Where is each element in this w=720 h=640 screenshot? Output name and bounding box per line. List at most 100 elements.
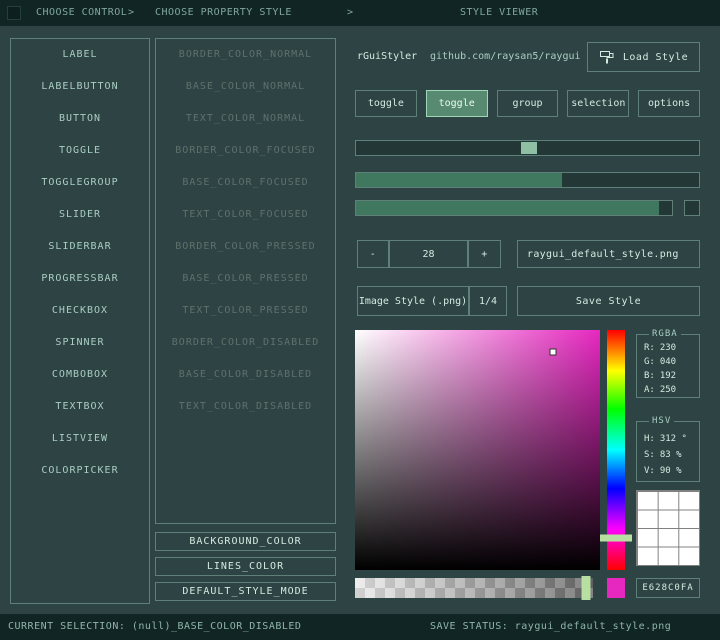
control-list-item[interactable]: LABEL	[11, 39, 149, 71]
color-picker-panel[interactable]	[355, 330, 600, 570]
repo-link[interactable]: github.com/raysan5/raygui	[430, 42, 581, 72]
a-label: A:	[644, 385, 655, 395]
control-list-item[interactable]: SPINNER	[11, 327, 149, 359]
selected-color-swatch	[607, 578, 625, 598]
g-label: G:	[644, 357, 655, 367]
control-list-item[interactable]: SLIDERBAR	[11, 231, 149, 263]
hsv-groupbox: HSV H: 312 ° S: 83 % V: 90 %	[636, 421, 700, 482]
slider[interactable]	[355, 140, 700, 156]
control-list-item[interactable]: LABELBUTTON	[11, 71, 149, 103]
control-list-item[interactable]: LISTVIEW	[11, 423, 149, 455]
load-style-label: Load Style	[623, 52, 688, 63]
property-list-item[interactable]: TEXT_COLOR_FOCUSED	[156, 199, 335, 231]
menu-choose-control[interactable]: CHOOSE CONTROL	[36, 0, 127, 26]
v-label: V:	[644, 466, 655, 476]
r-value: 230	[660, 343, 676, 353]
app-title: rGuiStyler	[357, 42, 417, 72]
control-list-item[interactable]: TOGGLE	[11, 135, 149, 167]
default-style-mode-button[interactable]: DEFAULT_STYLE_MODE	[155, 582, 336, 601]
property-list-item[interactable]: BORDER_COLOR_DISABLED	[156, 327, 335, 359]
status-bar: CURRENT SELECTION: (null)_BASE_COLOR_DIS…	[0, 614, 720, 640]
rgba-row-g: G: 040	[637, 355, 699, 369]
s-label: S:	[644, 450, 655, 460]
control-list-item[interactable]: COMBOBOX	[11, 359, 149, 391]
toggle-button[interactable]: options	[638, 90, 700, 117]
slider-handle[interactable]	[521, 142, 537, 154]
toggle-button[interactable]: toggle	[355, 90, 417, 117]
control-list-item[interactable]: COLORPICKER	[11, 455, 149, 487]
hsv-row-s: S: 83 %	[637, 447, 699, 463]
slider-bar-fill	[356, 173, 562, 187]
controls-list: LABELLABELBUTTONBUTTONTOGGLETOGGLEGROUPS…	[10, 38, 150, 604]
hue-handle[interactable]	[600, 534, 632, 541]
control-list-item[interactable]: SLIDER	[11, 199, 149, 231]
toggle-group: toggle toggle group selection options	[355, 90, 700, 117]
top-menu-bar: CHOOSE CONTROL > CHOOSE PROPERTY STYLE >…	[0, 0, 720, 26]
checkbox[interactable]	[684, 200, 700, 216]
r-label: R:	[644, 343, 655, 353]
page-indicator[interactable]: 1/4	[469, 286, 507, 316]
g-value: 040	[660, 357, 676, 367]
properties-list: BORDER_COLOR_NORMALBASE_COLOR_NORMALTEXT…	[155, 38, 336, 524]
current-selection-status: CURRENT SELECTION: (null)_BASE_COLOR_DIS…	[8, 614, 301, 640]
save-style-button[interactable]: Save Style	[517, 286, 700, 316]
control-list-item[interactable]: TEXTBOX	[11, 391, 149, 423]
chevron-right-icon: >	[128, 0, 135, 26]
s-value: 83 %	[660, 450, 682, 460]
property-list-item[interactable]: BORDER_COLOR_NORMAL	[156, 39, 335, 71]
hsv-row-h: H: 312 °	[637, 431, 699, 447]
b-label: B:	[644, 371, 655, 381]
toggle-button[interactable]: toggle	[426, 90, 488, 117]
hex-value-box[interactable]: E628C0FA	[636, 578, 700, 598]
image-style-button[interactable]: Image Style (.png)	[357, 286, 469, 316]
chevron-right-icon: >	[347, 0, 354, 26]
alpha-bar[interactable]	[355, 578, 593, 598]
alpha-handle[interactable]	[581, 576, 590, 600]
progress-bar	[355, 200, 673, 216]
a-value: 250	[660, 385, 676, 395]
property-list-item[interactable]: BASE_COLOR_NORMAL	[156, 71, 335, 103]
rgba-row-a: A: 250	[637, 383, 699, 397]
rgba-row-b: B: 192	[637, 369, 699, 383]
hsv-title: HSV	[649, 416, 674, 426]
menu-style-viewer[interactable]: STYLE VIEWER	[460, 0, 538, 26]
slider-bar[interactable]	[355, 172, 700, 188]
paint-roller-icon	[599, 49, 615, 65]
rgba-row-r: R: 230	[637, 341, 699, 355]
control-list-item[interactable]: PROGRESSBAR	[11, 263, 149, 295]
rguistyler-window: CHOOSE CONTROL > CHOOSE PROPERTY STYLE >…	[0, 0, 720, 640]
hue-bar[interactable]	[607, 330, 625, 570]
rgba-groupbox: RGBA R: 230 G: 040 B: 192 A: 250	[636, 334, 700, 398]
control-list-item[interactable]: BUTTON	[11, 103, 149, 135]
load-style-button[interactable]: Load Style	[587, 42, 700, 72]
b-value: 192	[660, 371, 676, 381]
control-list-item[interactable]: TOGGLEGROUP	[11, 167, 149, 199]
filename-textbox[interactable]: raygui_default_style.png	[517, 240, 700, 268]
spinner-increase-button[interactable]: +	[468, 240, 501, 268]
property-list-item[interactable]: TEXT_COLOR_DISABLED	[156, 391, 335, 423]
property-list-item[interactable]: TEXT_COLOR_PRESSED	[156, 295, 335, 327]
hsv-row-v: V: 90 %	[637, 463, 699, 479]
toggle-button[interactable]: selection	[567, 90, 629, 117]
menu-choose-property-style[interactable]: CHOOSE PROPERTY STYLE	[155, 0, 292, 26]
color-palette-grid[interactable]	[636, 490, 700, 566]
property-list-item[interactable]: BASE_COLOR_PRESSED	[156, 263, 335, 295]
property-list-item[interactable]: BORDER_COLOR_PRESSED	[156, 231, 335, 263]
h-value: 312 °	[660, 434, 687, 444]
rgba-title: RGBA	[649, 329, 681, 339]
app-icon	[7, 6, 21, 20]
property-list-item[interactable]: TEXT_COLOR_NORMAL	[156, 103, 335, 135]
property-list-item[interactable]: BASE_COLOR_DISABLED	[156, 359, 335, 391]
background-color-button[interactable]: BACKGROUND_COLOR	[155, 532, 336, 551]
color-picker-cursor[interactable]	[550, 348, 557, 355]
control-list-item[interactable]: CHECKBOX	[11, 295, 149, 327]
lines-color-button[interactable]: LINES_COLOR	[155, 557, 336, 576]
save-status: SAVE STATUS: raygui_default_style.png	[430, 614, 671, 640]
toggle-button[interactable]: group	[497, 90, 559, 117]
property-list-item[interactable]: BORDER_COLOR_FOCUSED	[156, 135, 335, 167]
spinner-value-box[interactable]: 28	[389, 240, 468, 268]
progress-bar-fill	[356, 201, 659, 215]
spinner-decrease-button[interactable]: -	[357, 240, 389, 268]
property-list-item[interactable]: BASE_COLOR_FOCUSED	[156, 167, 335, 199]
v-value: 90 %	[660, 466, 682, 476]
